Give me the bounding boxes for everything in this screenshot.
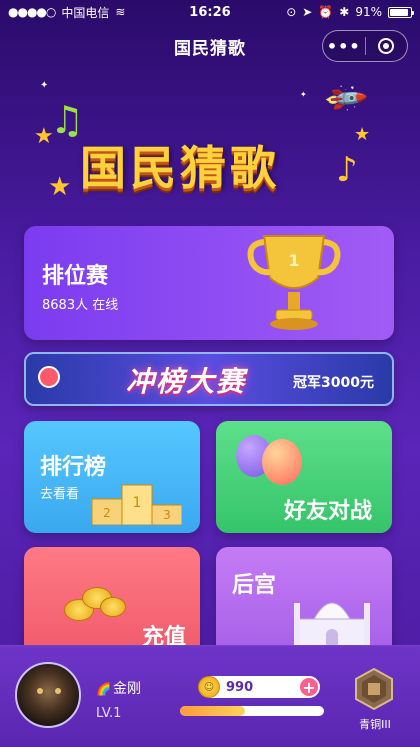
coins-icon [64, 583, 126, 623]
star-icon: ★ [48, 172, 72, 202]
podium-icon: 2 1 3 [92, 484, 182, 525]
friend-battle-title: 好友对战 [284, 499, 373, 524]
xp-progress-bar [180, 706, 324, 716]
leaderboard-title: 排行榜 [40, 455, 107, 480]
trophy-icon: 1 [247, 235, 341, 330]
page-title: 国民猜歌 [174, 38, 246, 59]
coin-value: 990 [226, 679, 254, 695]
carrier-label: 中国电信 [61, 5, 110, 20]
svg-text:2: 2 [103, 506, 111, 520]
target-icon [378, 38, 395, 54]
lock-rotation-icon: ⊙ [286, 5, 297, 19]
nav-bar: 国民猜歌 ••• [0, 24, 420, 68]
xp-progress-fill [180, 706, 245, 716]
avatar[interactable] [15, 662, 81, 728]
coin-balance: ☺ 990 + [198, 676, 320, 698]
palace-icon [294, 602, 370, 650]
status-left: ●●●●○ 中国电信 ≋ [8, 4, 125, 21]
status-right: ⊙ ➤ ⏰ ✱ 91% [286, 5, 414, 19]
leaderboard-sub: 去看看 [40, 487, 80, 502]
rank-label: 青铜III [359, 718, 391, 731]
wifi-icon: ≋ [115, 5, 126, 19]
palace-card[interactable]: 后宫 [216, 547, 392, 657]
svg-text:1: 1 [133, 495, 142, 511]
leaderboard-card[interactable]: 排行榜 去看看 2 1 3 [24, 421, 200, 533]
close-button[interactable] [366, 31, 408, 61]
balloon-icon [262, 439, 302, 485]
star-icon: ★ [34, 124, 54, 149]
more-dots-icon: ••• [326, 36, 361, 56]
online-count: 8683人 在线 [42, 298, 119, 313]
music-note-icon: ♫ [50, 98, 85, 142]
user-level: LV.1 [96, 706, 122, 721]
banner-title: 冲榜大赛 [126, 365, 247, 398]
battery-icon [388, 6, 414, 18]
speaker-icon [38, 366, 60, 388]
coin-icon: ☺ [198, 676, 220, 698]
svg-text:1: 1 [288, 251, 299, 270]
rainbow-icon: 🌈 [96, 682, 111, 696]
logo-text: 国民猜歌 [80, 141, 280, 195]
svg-text:3: 3 [163, 508, 171, 522]
recharge-card[interactable]: 充值 [24, 547, 200, 657]
rank-match-title: 排位赛 [42, 264, 109, 289]
friend-battle-card[interactable]: 好友对战 [216, 421, 392, 533]
battery-percent: 91% [355, 5, 382, 19]
leaderboard-contest-banner[interactable]: 冲榜大赛 冠军3000元 [24, 352, 394, 406]
star-icon: ✦ [40, 80, 49, 91]
star-icon: ✦ [300, 90, 307, 99]
signal-icon: ●●●●○ [8, 5, 56, 19]
mini-program-capsule: ••• [322, 30, 408, 62]
palace-title: 后宫 [232, 573, 277, 598]
bluetooth-icon: ✱ [339, 5, 350, 19]
star-icon: ★ [354, 124, 371, 145]
username: 🌈 金刚 [96, 678, 141, 698]
username-text: 金刚 [112, 681, 141, 697]
location-icon: ➤ [302, 5, 313, 19]
banner-prize: 冠军3000元 [293, 375, 374, 391]
rank-match-card[interactable]: 排位赛 8683人 在线 1 [24, 226, 394, 340]
game-logo: ♫ ★ ★ ★ ♪ 🚀 国民猜歌 [0, 75, 420, 214]
status-bar: ●●●●○ 中国电信 ≋ 16:26 ⊙ ➤ ⏰ ✱ 91% [0, 0, 420, 24]
music-note-icon: ♪ [336, 150, 358, 190]
rocket-icon: 🚀 [321, 74, 370, 123]
more-button[interactable]: ••• [323, 31, 365, 61]
alarm-icon: ⏰ [318, 5, 334, 19]
rank-badge-icon[interactable] [352, 667, 396, 711]
add-coins-button[interactable]: + [298, 676, 320, 698]
